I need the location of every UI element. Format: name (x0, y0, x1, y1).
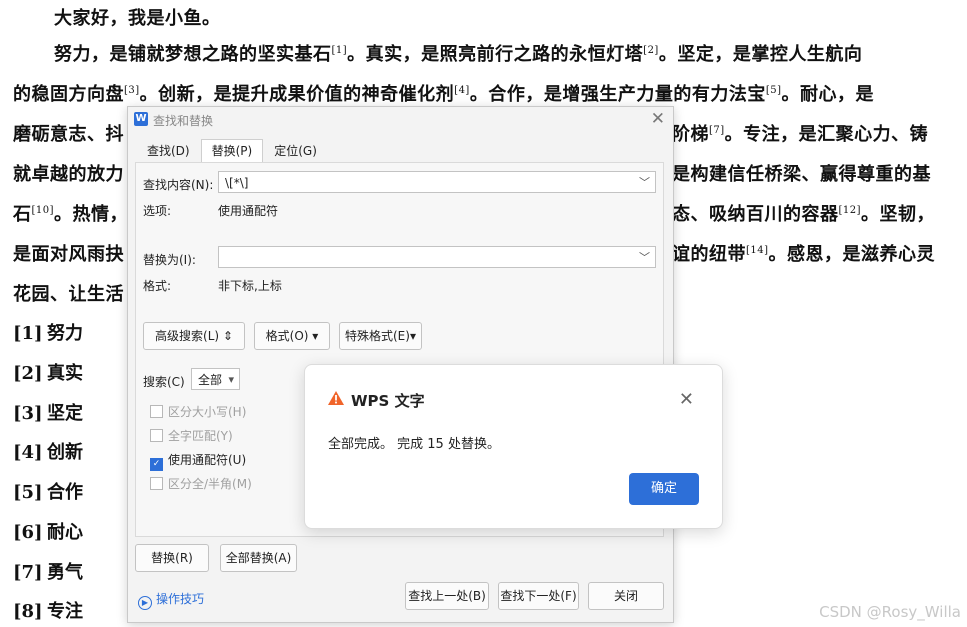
close-icon[interactable]: ✕ (679, 389, 694, 410)
message-text: 全部完成。 完成 15 处替换。 (328, 437, 500, 452)
paragraph-line-5-right: 态、吸纳百川的容器[12]。坚韧， (672, 204, 936, 225)
tab-find[interactable]: 查找(D) (136, 139, 201, 162)
close-icon[interactable]: ✕ (651, 109, 665, 129)
tab-goto[interactable]: 定位(G) (263, 139, 328, 162)
special-format-label: 特殊格式(E) (345, 329, 410, 343)
checkbox-box (150, 405, 163, 418)
play-circle-icon: ▶ (138, 596, 152, 610)
whole-word-checkbox[interactable]: 全字匹配(Y) (150, 427, 233, 444)
replace-input[interactable]: ﹀ (218, 246, 656, 268)
checkbox-label: 区分全/半角(M) (168, 477, 252, 491)
csdn-watermark: CSDN @Rosy_Willa (819, 603, 961, 621)
caret-down-icon: ▾ (312, 329, 319, 343)
tab-replace[interactable]: 替换(P) (200, 139, 264, 162)
completion-message-box: WPS 文字 ✕ 全部完成。 完成 15 处替换。 确定 (304, 364, 723, 529)
find-input-value: \[*\] (225, 176, 249, 190)
format-value: 非下标,上标 (218, 279, 282, 293)
search-scope-value: 全部 (198, 373, 223, 387)
wps-logo-icon: W (134, 112, 148, 126)
warning-icon (328, 391, 344, 405)
chevron-down-icon[interactable]: ﹀ (639, 247, 650, 269)
checkbox-label: 使用通配符(U) (168, 453, 247, 467)
tab-bar: 查找(D) 替换(P) 定位(G) (136, 139, 328, 162)
paragraph-line-7-left: 花园、让生活 (13, 284, 124, 305)
search-label: 搜索(C) (143, 375, 185, 389)
dialog-titlebar[interactable]: W 查找和替换 ✕ (128, 107, 673, 133)
checkbox-label: 区分大小写(H) (168, 405, 247, 419)
reference-item: [7] 勇气 (13, 562, 83, 583)
caret-down-icon: ▾ (409, 329, 416, 343)
format-button[interactable]: 格式(O) ▾ (254, 322, 330, 350)
reference-item: [4] 创新 (13, 442, 83, 463)
full-half-width-checkbox[interactable]: 区分全/半角(M) (150, 475, 252, 492)
match-case-checkbox[interactable]: 区分大小写(H) (150, 403, 246, 420)
options-label: 选项: (143, 204, 172, 218)
ok-button[interactable]: 确定 (629, 473, 699, 505)
checkbox-box (150, 429, 163, 442)
paragraph-line-2: 的稳固方向盘[3]。创新，是提升成果价值的神奇催化剂[4]。合作，是增强生产力量… (13, 84, 875, 105)
paragraph-line-4-left: 就卓越的放力 (13, 164, 124, 185)
format-button-label: 格式(O) (265, 329, 309, 343)
checkbox-box (150, 477, 163, 490)
greeting-text: 大家好，我是小鱼。 (54, 8, 221, 29)
paragraph-line-1: 努力，是铺就梦想之路的坚实基石[1]。真实，是照亮前行之路的永恒灯塔[2]。坚定… (54, 44, 863, 65)
format-label: 格式: (143, 279, 172, 293)
collapse-icon: ⇕ (222, 329, 233, 343)
advanced-search-label: 高级搜索(L) (155, 329, 220, 343)
tips-label: 操作技巧 (156, 592, 205, 606)
find-label: 查找内容(N): (143, 178, 214, 192)
checkmark-icon: ✓ (150, 458, 163, 471)
wildcard-checkbox[interactable]: ✓ 使用通配符(U) (150, 451, 246, 471)
advanced-search-button[interactable]: 高级搜索(L) ⇕ (143, 322, 245, 350)
search-scope-select[interactable]: 全部 ▾ (191, 368, 240, 390)
message-box-title: WPS 文字 (351, 392, 425, 410)
paragraph-line-6-left: 是面对风雨抉 (13, 244, 124, 265)
paragraph-line-5-left: 石[10]。热情， (13, 204, 129, 225)
reference-item: [8] 专注 (13, 601, 83, 622)
special-format-button[interactable]: 特殊格式(E)▾ (339, 322, 422, 350)
reference-item: [6] 耐心 (13, 522, 83, 543)
caret-down-icon: ▾ (228, 373, 234, 386)
paragraph-line-6-right: 谊的纽带[14]。感恩，是滋养心灵 (672, 244, 936, 265)
reference-item: [2] 真实 (13, 363, 83, 384)
dialog-title: 查找和替换 (153, 114, 214, 128)
paragraph-line-3-right: 阶梯[7]。专注，是汇聚心力、铸 (672, 124, 929, 145)
options-value: 使用通配符 (218, 204, 279, 218)
chevron-down-icon[interactable]: ﹀ (639, 172, 650, 194)
tips-link[interactable]: ▶ 操作技巧 (138, 590, 204, 610)
paragraph-line-4-right: 是构建信任桥梁、赢得尊重的基 (672, 164, 931, 185)
replace-button[interactable]: 替换(R) (135, 544, 209, 572)
paragraph-line-3-left: 磨砺意志、抖 (13, 124, 124, 145)
reference-item: [3] 坚定 (13, 403, 83, 424)
reference-item: [1] 努力 (13, 323, 83, 344)
find-previous-button[interactable]: 查找上一处(B) (405, 582, 489, 610)
find-next-button[interactable]: 查找下一处(F) (498, 582, 579, 610)
replace-label: 替换为(I): (143, 253, 196, 267)
replace-all-button[interactable]: 全部替换(A) (220, 544, 297, 572)
find-input[interactable]: \[*\] ﹀ (218, 171, 656, 193)
close-button[interactable]: 关闭 (588, 582, 664, 610)
checkbox-label: 全字匹配(Y) (168, 429, 233, 443)
reference-item: [5] 合作 (13, 482, 83, 503)
